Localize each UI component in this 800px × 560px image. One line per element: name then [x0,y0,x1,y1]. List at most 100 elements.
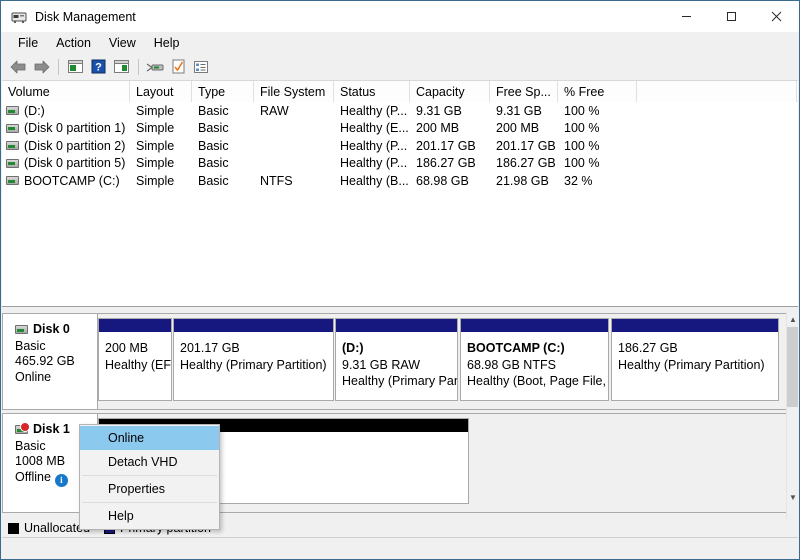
partition-status: Healthy (Primary Partition) [618,357,773,374]
legend-item: Unallocated [8,521,90,535]
drive-icon [6,141,19,150]
cell-capacity: 68.98 GB [410,174,490,188]
drive-icon [6,176,19,185]
partition-block[interactable]: 186.27 GBHealthy (Primary Partition) [611,318,779,401]
minimize-button[interactable] [664,1,709,32]
cell-volume: (Disk 0 partition 5) [2,156,130,170]
cell-capacity: 9.31 GB [410,104,490,118]
cell-type: Basic [192,156,254,170]
disk-management-window: Disk Management File Action View Help [0,0,800,560]
cell-percent-free: 100 % [558,121,637,135]
drive-icon [6,106,19,115]
scroll-up-icon[interactable]: ▲ [787,312,798,327]
show-hide-action-pane-icon[interactable] [110,57,132,77]
graphical-pane-scrollbar[interactable]: ▲ ▼ [786,312,798,519]
disk-block-0[interactable]: Disk 0Basic465.92 GBOnline200 MBHealthy … [2,313,787,410]
context-menu-separator [82,475,217,476]
partition-block[interactable]: 201.17 GBHealthy (Primary Partition) [173,318,334,401]
drive-icon [6,159,19,168]
scroll-down-icon[interactable]: ▼ [787,490,798,505]
svg-text:?: ? [95,62,102,74]
cell-status: Healthy (P... [334,104,410,118]
column-header-blank[interactable] [637,81,797,102]
partition-size: 201.17 GB [180,340,328,357]
window-title: Disk Management [35,10,136,24]
cell-free-space: 201.17 GB [490,139,558,153]
disk-name-row: Disk 0 [15,322,97,338]
partition-size: 186.27 GB [618,340,773,357]
partition-color-bar [99,319,171,333]
table-row[interactable]: BOOTCAMP (C:)SimpleBasicNTFSHealthy (B..… [2,172,798,190]
menu-action[interactable]: Action [47,34,100,52]
partition-size: 68.98 GB NTFS [467,357,603,374]
partition-status: Healthy (Boot, Page File, Cra [467,373,603,390]
partition-block[interactable]: (D:)9.31 GB RAWHealthy (Primary Partit [335,318,458,401]
menu-file[interactable]: File [9,34,47,52]
cell-capacity: 186.27 GB [410,156,490,170]
volume-label: (Disk 0 partition 2) [24,139,125,153]
cell-percent-free: 100 % [558,104,637,118]
cell-layout: Simple [130,156,192,170]
column-header-layout[interactable]: Layout [130,81,192,102]
toolbar-separator [58,59,59,75]
maximize-button[interactable] [709,1,754,32]
column-header-capacity[interactable]: Capacity [410,81,490,102]
close-button[interactable] [754,1,799,32]
list-view-icon[interactable] [190,57,212,77]
partition-color-bar [612,319,778,333]
context-menu-item-detach-vhd[interactable]: Detach VHD [80,450,219,474]
volume-label: BOOTCAMP (C:) [24,174,120,188]
partition-status: Healthy (Primary Partition) [180,357,328,374]
cell-type: Basic [192,104,254,118]
menu-view[interactable]: View [100,34,145,52]
column-header--free[interactable]: % Free [558,81,637,102]
menu-bar: File Action View Help [1,32,799,54]
forward-icon[interactable] [30,57,52,77]
partition-block[interactable]: 200 MBHealthy (EF [98,318,172,401]
back-icon[interactable] [7,57,29,77]
status-bar [2,537,798,560]
column-header-type[interactable]: Type [192,81,254,102]
table-row[interactable]: (Disk 0 partition 2)SimpleBasicHealthy (… [2,137,798,155]
context-menu-item-help[interactable]: Help [80,504,219,528]
partition-status: Healthy (EF [105,357,166,374]
cell-layout: Simple [130,139,192,153]
partition-text: BOOTCAMP (C:)68.98 GB NTFSHealthy (Boot,… [461,333,608,390]
cell-capacity: 200 MB [410,121,490,135]
table-row[interactable]: (Disk 0 partition 1)SimpleBasicHealthy (… [2,120,798,138]
cell-free-space: 186.27 GB [490,156,558,170]
cell-type: Basic [192,139,254,153]
column-header-free-sp[interactable]: Free Sp... [490,81,558,102]
partitions-strip-0: 200 MBHealthy (EF201.17 GBHealthy (Prima… [98,314,786,409]
context-menu-item-properties[interactable]: Properties [80,477,219,501]
info-icon[interactable]: i [55,474,68,487]
cell-status: Healthy (P... [334,156,410,170]
scrollbar-thumb[interactable] [787,327,798,407]
table-row[interactable]: (Disk 0 partition 5)SimpleBasic Healthy (… [2,155,798,173]
context-menu-item-online[interactable]: Online [80,426,219,450]
column-header-status[interactable]: Status [334,81,410,102]
disk-offline-icon [15,425,28,434]
column-header-file-system[interactable]: File System [254,81,334,102]
disk-info-panel-0[interactable]: Disk 0Basic465.92 GBOnline [3,314,98,409]
properties-icon[interactable] [167,57,189,77]
cell-type: Basic [192,121,254,135]
show-hide-console-tree-icon[interactable] [64,57,86,77]
partition-text: 186.27 GBHealthy (Primary Partition) [612,333,778,373]
partition-title: BOOTCAMP (C:) [467,340,603,357]
partition-color-bar [461,319,608,333]
partition-block[interactable]: BOOTCAMP (C:)68.98 GB NTFSHealthy (Boot,… [460,318,609,401]
cell-capacity: 201.17 GB [410,139,490,153]
menu-help[interactable]: Help [145,34,189,52]
disk-name-label: Disk 1 [33,422,70,438]
disk-context-menu[interactable]: OnlineDetach VHD Properties Help [79,424,220,530]
cell-layout: Simple [130,121,192,135]
rescan-disks-icon[interactable] [144,57,166,77]
column-header-volume[interactable]: Volume [2,81,130,102]
cell-status: Healthy (B... [334,174,410,188]
help-icon[interactable]: ? [87,57,109,77]
disk-state-row: Online [15,370,97,386]
table-row[interactable]: (D:)SimpleBasicRAWHealthy (P...9.31 GB9.… [2,102,798,120]
partition-text: (D:)9.31 GB RAWHealthy (Primary Partit [336,333,457,390]
partition-status: Healthy (Primary Partit [342,373,452,390]
